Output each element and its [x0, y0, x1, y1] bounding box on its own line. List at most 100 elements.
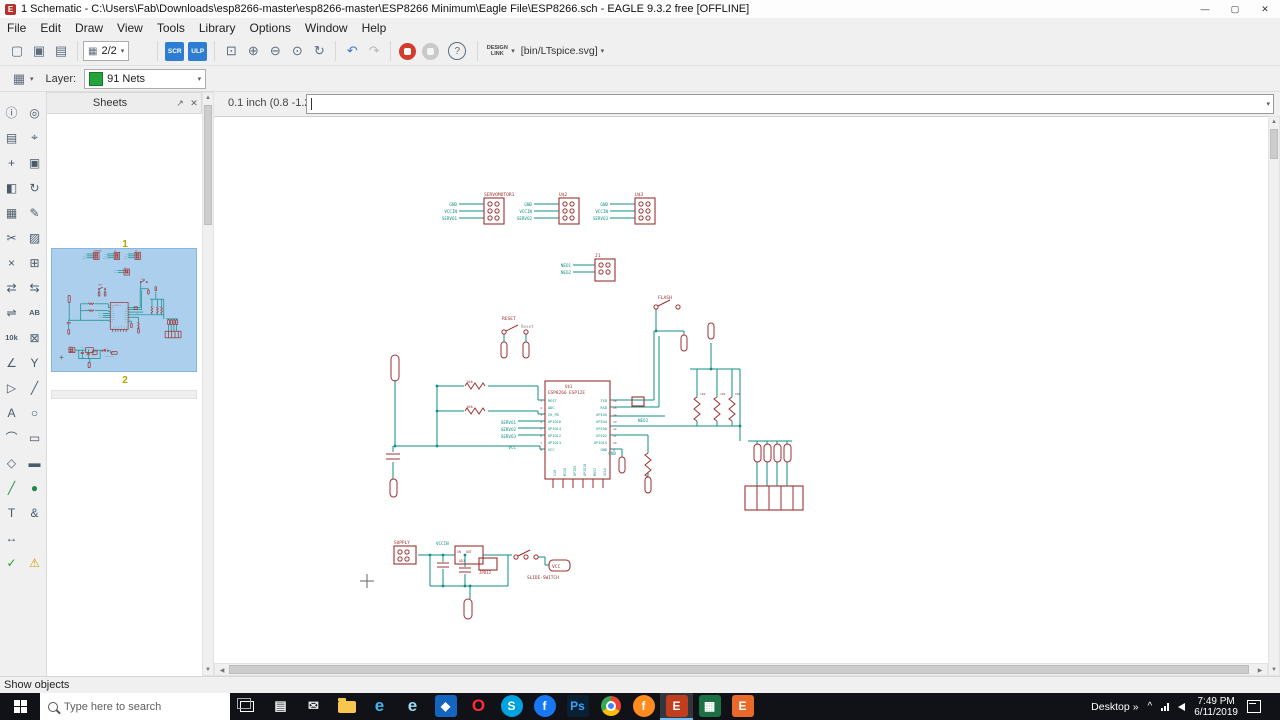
scroll-down-icon[interactable]: ▼: [203, 667, 213, 673]
miter-icon[interactable]: ∠: [0, 350, 23, 375]
canvas-horizontal-scrollbar[interactable]: ◀ ▶: [214, 663, 1268, 676]
help-button[interactable]: ?: [448, 42, 467, 60]
errors-icon[interactable]: ⚠: [23, 550, 46, 575]
taskbar-search[interactable]: Type here to search: [40, 693, 230, 720]
smash-icon[interactable]: ⊠: [23, 325, 46, 350]
hidden-icons-caret[interactable]: ^: [1148, 701, 1153, 712]
rotate-icon[interactable]: ↻: [23, 175, 46, 200]
menu-file[interactable]: File: [0, 20, 33, 36]
change-icon[interactable]: ✎: [23, 200, 46, 225]
grid-button[interactable]: ▦: [8, 68, 30, 90]
undo-button[interactable]: ↶: [341, 40, 363, 62]
zoom-in-button[interactable]: ⊕: [242, 40, 264, 62]
scrollbar-thumb[interactable]: [229, 665, 1249, 674]
move-icon[interactable]: +: [0, 150, 23, 175]
scrollbar-thumb[interactable]: [1270, 129, 1278, 159]
volume-icon[interactable]: [1178, 702, 1186, 711]
task-view-button[interactable]: [230, 693, 264, 720]
float-panel-icon[interactable]: ↗: [173, 98, 187, 109]
print-button[interactable]: ▤: [50, 40, 72, 62]
ltspice-dropdown[interactable]: [bin/LTspice.svg] ▾: [521, 45, 604, 57]
sheet-selector[interactable]: ▦ 2/2 ▾: [83, 41, 130, 61]
redo-button[interactable]: ↷: [363, 40, 385, 62]
zoom-select-button[interactable]: ⊙: [286, 40, 308, 62]
junction-icon[interactable]: ●: [23, 475, 46, 500]
design-link-button[interactable]: DESIGN LINK: [483, 45, 511, 57]
taskbar-file-explorer-icon[interactable]: [330, 693, 363, 720]
layer-selector[interactable]: 91 Nets ▾: [84, 68, 207, 89]
schematic-canvas-area[interactable]: SERVOMOTOR1 U$2 U$3 J1 RESET FLASH Reset U$1 ESP…: [214, 116, 1268, 663]
taskbar-opera-icon[interactable]: O: [462, 693, 495, 720]
taskbar-facebook-icon[interactable]: f: [528, 693, 561, 720]
sheet-2-label[interactable]: 2: [47, 375, 203, 386]
action-center-icon[interactable]: [1247, 700, 1261, 713]
network-icon[interactable]: [1161, 702, 1170, 711]
sheet-1-thumbnail[interactable]: SERVOMOTOR1 U$2 U$3 J1 RESET FLASH Reset U$1 ESP…: [51, 248, 197, 372]
zoom-redraw-button[interactable]: ↻: [308, 40, 330, 62]
split-icon[interactable]: Y: [23, 350, 46, 375]
net-icon[interactable]: ╱: [0, 475, 23, 500]
bus-icon[interactable]: ▬: [23, 450, 46, 475]
taskbar-ie-icon[interactable]: e: [396, 693, 429, 720]
info-icon[interactable]: ⓘ: [0, 100, 23, 125]
paste-icon[interactable]: ▨: [23, 225, 46, 250]
run-ulp-button[interactable]: ULP: [188, 41, 208, 61]
zoom-out-button[interactable]: ⊖: [264, 40, 286, 62]
scroll-right-icon[interactable]: ▶: [1255, 667, 1265, 674]
stop-button[interactable]: [399, 42, 417, 60]
zoom-fit-button[interactable]: ⊡: [220, 40, 242, 62]
polygon-icon[interactable]: ◇: [0, 450, 23, 475]
command-input[interactable]: [307, 97, 1267, 111]
copy-icon[interactable]: ▣: [23, 150, 46, 175]
taskbar-grid-tool-icon[interactable]: ▦: [693, 693, 726, 720]
run-script-button[interactable]: SCR: [165, 41, 185, 61]
text-icon[interactable]: A: [0, 400, 23, 425]
taskbar-skype-icon[interactable]: S: [495, 693, 528, 720]
taskbar-firefox-icon[interactable]: f: [627, 693, 660, 720]
pinswap-icon[interactable]: ⇄: [0, 275, 23, 300]
add-icon[interactable]: ⊞: [23, 250, 46, 275]
dimension-icon[interactable]: ↔: [0, 525, 23, 550]
scrollbar-thumb[interactable]: [204, 105, 212, 225]
label-icon[interactable]: T: [0, 500, 23, 525]
delete-icon[interactable]: ×: [0, 250, 23, 275]
scroll-up-icon[interactable]: ▲: [1269, 119, 1279, 125]
canvas-vertical-scrollbar[interactable]: ▲ ▼: [1268, 116, 1280, 676]
scroll-left-icon[interactable]: ◀: [217, 667, 227, 674]
erc-icon[interactable]: ✓: [0, 550, 23, 575]
menu-tools[interactable]: Tools: [150, 20, 192, 36]
invoke-icon[interactable]: ▷: [0, 375, 23, 400]
menu-view[interactable]: View: [110, 20, 150, 36]
maximize-button[interactable]: ▢: [1220, 1, 1250, 18]
value-icon[interactable]: 10k: [0, 325, 23, 350]
menu-draw[interactable]: Draw: [68, 20, 110, 36]
save-button[interactable]: ▣: [28, 40, 50, 62]
sheets-scrollbar[interactable]: ▲ ▼: [202, 92, 214, 676]
schematic-drawing[interactable]: SERVOMOTOR1 U$2 U$3 J1 RESET FLASH Reset U$1ESP…: [214, 117, 1268, 664]
taskbar-eagle-icon[interactable]: E: [660, 693, 693, 720]
menu-window[interactable]: Window: [298, 20, 355, 36]
taskbar-photoshop-icon[interactable]: Ps: [561, 693, 594, 720]
menu-help[interactable]: Help: [355, 20, 394, 36]
close-panel-icon[interactable]: ✕: [187, 98, 201, 109]
rect-icon[interactable]: ▭: [23, 425, 46, 450]
desktop-toolbar[interactable]: Desktop »: [1091, 701, 1138, 713]
sheet-2-thumbnail[interactable]: [51, 390, 197, 399]
chevron-down-icon[interactable]: ▾: [1266, 100, 1273, 108]
go-button[interactable]: [422, 42, 440, 60]
menu-options[interactable]: Options: [243, 20, 298, 36]
name-icon[interactable]: AB: [23, 300, 46, 325]
taskbar-chrome-icon[interactable]: [594, 693, 627, 720]
circle-icon[interactable]: ○: [23, 400, 46, 425]
taskbar-edge-icon[interactable]: e: [363, 693, 396, 720]
wire-icon[interactable]: ╱: [23, 375, 46, 400]
display-icon[interactable]: ▤: [0, 125, 23, 150]
minimize-button[interactable]: —: [1190, 1, 1220, 18]
menu-library[interactable]: Library: [192, 20, 243, 36]
attribute-icon[interactable]: &: [23, 500, 46, 525]
open-button[interactable]: ▢: [6, 40, 28, 62]
replace-icon[interactable]: ⇌: [0, 300, 23, 325]
scroll-up-icon[interactable]: ▲: [203, 95, 213, 101]
gateswap-icon[interactable]: ⇆: [23, 275, 46, 300]
arc-icon[interactable]: ⌒: [0, 425, 23, 450]
